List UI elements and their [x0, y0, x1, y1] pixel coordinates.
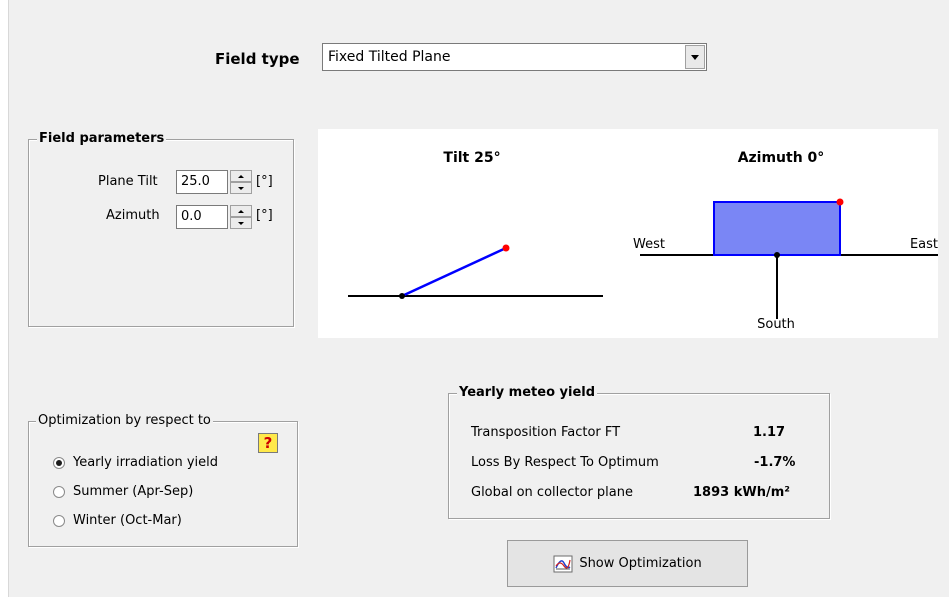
decrement-button[interactable]	[230, 217, 252, 229]
loss-optimum-value: -1.7%	[754, 455, 796, 470]
up-arrow-icon	[238, 174, 244, 178]
east-label: East	[910, 237, 938, 252]
field-parameters-group	[28, 139, 294, 327]
show-optimization-label: Show Optimization	[579, 556, 702, 571]
field-type-select[interactable]: Fixed Tilted Plane	[322, 43, 707, 71]
south-label: South	[757, 317, 795, 332]
azimuth-title: Azimuth 0°	[738, 150, 825, 166]
optimization-title: Optimization by respect to	[36, 413, 213, 428]
chevron-down-icon	[691, 54, 699, 60]
chart-icon	[553, 555, 573, 572]
radio-dot	[56, 459, 62, 466]
orientation-diagram: Tilt 25° Azimuth 0° West East South	[318, 129, 938, 338]
plane-rectangle	[713, 201, 841, 256]
radio-button[interactable]	[53, 485, 65, 498]
radio-button[interactable]	[53, 514, 65, 527]
azimuth-input[interactable]: 0.0	[176, 205, 228, 229]
help-button[interactable]: ?	[258, 433, 278, 453]
center-point	[774, 252, 780, 258]
global-collector-value: 1893 kWh/m²	[693, 485, 790, 500]
tilt-marker	[502, 244, 510, 252]
show-optimization-button[interactable]: Show Optimization	[507, 540, 748, 587]
plane-tilt-label: Plane Tilt	[98, 174, 158, 189]
plane-tilt-input[interactable]: 25.0	[176, 170, 228, 194]
radio-summer[interactable]: Summer (Apr-Sep)	[53, 484, 193, 499]
radio-label: Winter (Oct-Mar)	[73, 513, 182, 528]
loss-optimum-label: Loss By Respect To Optimum	[471, 455, 659, 470]
meteo-yield-title: Yearly meteo yield	[457, 385, 598, 400]
diagram-background	[318, 129, 938, 338]
field-type-label: Field type	[215, 50, 300, 68]
dropdown-button[interactable]	[685, 45, 705, 69]
increment-button[interactable]	[230, 170, 252, 182]
pivot-point	[399, 293, 405, 299]
transposition-factor-value: 1.17	[753, 425, 786, 440]
west-label: West	[633, 237, 665, 252]
tilt-title: Tilt 25°	[443, 150, 500, 166]
radio-label: Yearly irradiation yield	[73, 455, 219, 470]
global-collector-label: Global on collector plane	[471, 485, 633, 500]
plane-tilt-spinner[interactable]	[230, 170, 252, 194]
radio-winter[interactable]: Winter (Oct-Mar)	[53, 513, 182, 528]
field-parameters-title: Field parameters	[37, 131, 167, 146]
azimuth-marker	[836, 198, 844, 206]
decrement-button[interactable]	[230, 182, 252, 194]
radio-yearly[interactable]: Yearly irradiation yield	[53, 455, 218, 470]
radio-button[interactable]	[53, 456, 65, 469]
field-type-value: Fixed Tilted Plane	[328, 49, 451, 65]
transposition-factor-label: Transposition Factor FT	[471, 425, 621, 440]
plane-tilt-unit: [°]	[256, 174, 273, 189]
down-arrow-icon	[238, 221, 244, 225]
azimuth-label: Azimuth	[106, 208, 160, 223]
azimuth-spinner[interactable]	[230, 205, 252, 229]
radio-label: Summer (Apr-Sep)	[73, 484, 194, 499]
up-arrow-icon	[238, 209, 244, 213]
down-arrow-icon	[238, 186, 244, 190]
azimuth-unit: [°]	[256, 208, 273, 223]
increment-button[interactable]	[230, 205, 252, 217]
